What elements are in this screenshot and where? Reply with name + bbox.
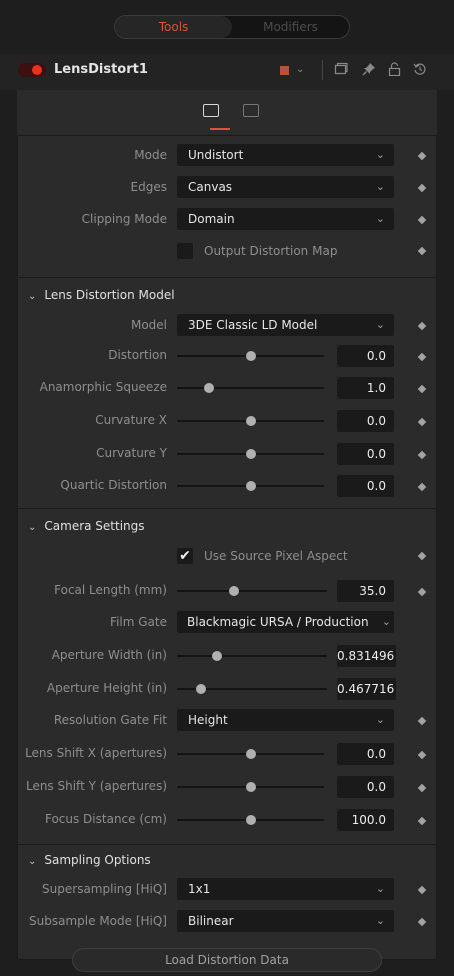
chevron-down-icon: ⌄ bbox=[375, 914, 385, 927]
focal-length-slider[interactable] bbox=[177, 590, 327, 592]
anamorphic-squeeze-value[interactable]: 1.0 bbox=[337, 377, 394, 399]
mode-dropdown[interactable]: Undistort ⌄ bbox=[177, 144, 394, 166]
header-divider bbox=[322, 60, 323, 80]
subsample-mode-dropdown[interactable]: Bilinear ⌄ bbox=[177, 910, 394, 932]
camera-settings-section-header[interactable]: ⌄ Camera Settings bbox=[28, 519, 145, 533]
output-distortion-map-checkbox[interactable] bbox=[177, 243, 193, 259]
chevron-down-icon: ⌄ bbox=[381, 615, 391, 628]
subsample-mode-label: Subsample Mode [HiQ] bbox=[29, 914, 167, 928]
lens-shift-x-value[interactable]: 0.0 bbox=[337, 743, 394, 765]
lens-shift-y-slider-handle[interactable] bbox=[246, 782, 256, 792]
chevron-down-icon: ⌄ bbox=[28, 522, 37, 533]
quartic-distortion-slider-handle[interactable] bbox=[246, 481, 256, 491]
focal-length-label: Focal Length (mm) bbox=[54, 583, 167, 597]
chevron-down-icon[interactable]: ⌄ bbox=[296, 62, 304, 78]
aperture-width-slider-handle[interactable] bbox=[212, 651, 222, 661]
curvature-y-value[interactable]: 0.0 bbox=[337, 443, 394, 465]
aperture-width-label: Aperture Width (in) bbox=[51, 648, 167, 662]
aperture-height-value[interactable]: 0.467716 bbox=[337, 678, 396, 700]
section-divider bbox=[17, 508, 437, 509]
chevron-down-icon: ⌄ bbox=[375, 713, 385, 726]
resolution-gate-fit-label: Resolution Gate Fit bbox=[53, 713, 167, 727]
lens-shift-x-slider-handle[interactable] bbox=[246, 749, 256, 759]
curvature-x-value[interactable]: 0.0 bbox=[337, 410, 394, 432]
clipping-mode-label: Clipping Mode bbox=[81, 212, 167, 226]
model-label: Model bbox=[130, 318, 167, 332]
curvature-x-slider-handle[interactable] bbox=[246, 416, 256, 426]
film-gate-dropdown[interactable]: Blackmagic URSA / Production ⌄ bbox=[177, 611, 394, 633]
color-swatch-icon[interactable] bbox=[280, 66, 289, 75]
chevron-down-icon: ⌄ bbox=[375, 318, 385, 331]
focus-distance-value[interactable]: 100.0 bbox=[337, 809, 394, 831]
focal-length-slider-handle[interactable] bbox=[229, 586, 239, 596]
quartic-distortion-value[interactable]: 0.0 bbox=[337, 475, 394, 497]
curvature-y-slider-handle[interactable] bbox=[246, 449, 256, 459]
tab-modifiers[interactable]: Modifiers bbox=[232, 16, 349, 38]
aperture-height-label: Aperture Height (in) bbox=[46, 681, 167, 695]
reset-icon[interactable] bbox=[413, 62, 427, 81]
quartic-distortion-label: Quartic Distortion bbox=[60, 478, 167, 492]
edges-label: Edges bbox=[130, 180, 167, 194]
focal-length-value[interactable]: 35.0 bbox=[337, 580, 394, 602]
lens-shift-y-value[interactable]: 0.0 bbox=[337, 776, 394, 798]
curvature-x-label: Curvature X bbox=[95, 413, 167, 427]
curvature-y-label: Curvature Y bbox=[96, 446, 167, 460]
tool-name: LensDistort1 bbox=[54, 62, 148, 77]
tools-modifiers-switch: Tools Modifiers bbox=[114, 15, 350, 39]
distortion-label: Distortion bbox=[108, 348, 167, 362]
focus-distance-slider-handle[interactable] bbox=[246, 815, 256, 825]
lens-shift-x-label: Lens Shift X (apertures) bbox=[25, 746, 167, 760]
chevron-down-icon: ⌄ bbox=[375, 148, 385, 161]
lens-distortion-section-header[interactable]: ⌄ Lens Distortion Model bbox=[28, 288, 175, 302]
window-icon[interactable] bbox=[334, 62, 348, 81]
load-distortion-data-button[interactable]: Load Distortion Data bbox=[72, 948, 382, 972]
aperture-width-value[interactable]: 0.831496 bbox=[337, 645, 396, 667]
distortion-slider-handle[interactable] bbox=[246, 351, 256, 361]
section-divider bbox=[17, 277, 437, 278]
clipping-mode-dropdown[interactable]: Domain ⌄ bbox=[177, 208, 394, 230]
active-tab-indicator bbox=[210, 128, 230, 130]
mode-label: Mode bbox=[134, 148, 167, 162]
anamorphic-squeeze-label: Anamorphic Squeeze bbox=[39, 380, 167, 394]
distortion-value[interactable]: 0.0 bbox=[337, 345, 394, 367]
supersampling-dropdown[interactable]: 1x1 ⌄ bbox=[177, 878, 394, 900]
tab-tools[interactable]: Tools bbox=[115, 16, 232, 38]
lens-shift-y-label: Lens Shift Y (apertures) bbox=[25, 779, 167, 793]
film-gate-label: Film Gate bbox=[110, 615, 167, 629]
aperture-width-slider[interactable] bbox=[177, 655, 327, 657]
pin-icon[interactable] bbox=[362, 62, 376, 81]
settings-tab-icon[interactable] bbox=[243, 104, 259, 117]
anamorphic-squeeze-slider[interactable] bbox=[177, 387, 324, 389]
edges-dropdown[interactable]: Canvas ⌄ bbox=[177, 176, 394, 198]
model-dropdown[interactable]: 3DE Classic LD Model ⌄ bbox=[177, 314, 394, 336]
supersampling-label: Supersampling [HiQ] bbox=[42, 882, 167, 896]
section-divider bbox=[17, 844, 437, 845]
chevron-down-icon: ⌄ bbox=[375, 212, 385, 225]
chevron-down-icon: ⌄ bbox=[28, 291, 37, 302]
resolution-gate-fit-dropdown[interactable]: Height ⌄ bbox=[177, 709, 394, 731]
aperture-height-slider-handle[interactable] bbox=[196, 684, 206, 694]
sampling-options-section-header[interactable]: ⌄ Sampling Options bbox=[28, 853, 151, 867]
use-source-pixel-aspect-label: Use Source Pixel Aspect bbox=[204, 549, 348, 563]
chevron-down-icon: ⌄ bbox=[375, 882, 385, 895]
focus-distance-label: Focus Distance (cm) bbox=[44, 812, 167, 826]
anamorphic-squeeze-slider-handle[interactable] bbox=[204, 383, 214, 393]
tools-tab-icon[interactable] bbox=[203, 104, 219, 117]
output-distortion-map-label: Output Distortion Map bbox=[204, 244, 338, 258]
use-source-pixel-aspect-checkbox[interactable]: ✔ bbox=[177, 548, 193, 564]
lock-icon[interactable] bbox=[388, 62, 401, 81]
chevron-down-icon: ⌄ bbox=[375, 180, 385, 193]
tool-enable-toggle[interactable] bbox=[18, 63, 46, 77]
top-bar: Tools Modifiers bbox=[0, 0, 454, 48]
chevron-down-icon: ⌄ bbox=[28, 856, 37, 867]
